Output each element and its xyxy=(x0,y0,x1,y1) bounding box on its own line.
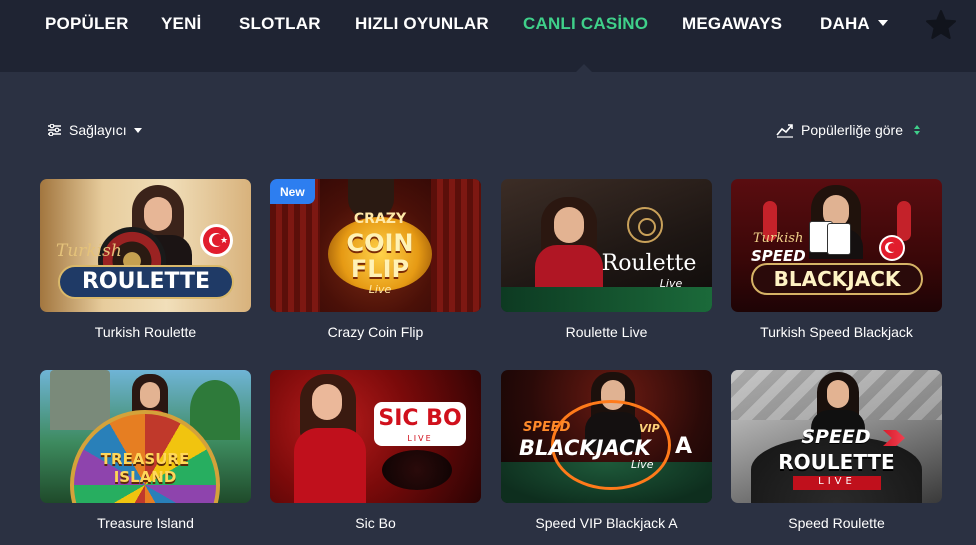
filter-sliders-icon xyxy=(48,124,61,136)
game-logo-line2: ISLAND xyxy=(113,468,177,486)
curtain-right xyxy=(431,179,481,312)
roulette-table xyxy=(501,287,712,312)
game-logo-script: Turkish xyxy=(56,241,122,261)
game-logo-main: BLACKJACK xyxy=(519,436,651,460)
game-logo-line3: FLIP xyxy=(350,255,410,283)
game-logo-line1: TREASURE xyxy=(100,450,190,468)
game-card-speed-vip-blackjack-a[interactable]: SPEED VIP BLACKJACK A Live Speed VIP Bla… xyxy=(501,370,712,531)
game-logo-vip: VIP xyxy=(639,422,660,435)
top-navigation: POPÜLER YENİ SLOTLAR HIZLI OYUNLAR CANLI… xyxy=(0,0,976,72)
game-logo-script: Turkish xyxy=(753,231,804,246)
game-title: Treasure Island xyxy=(97,515,194,531)
game-title: Speed VIP Blackjack A xyxy=(535,515,678,531)
roulette-emblem-icon xyxy=(627,207,663,243)
game-title: Roulette Live xyxy=(565,324,648,340)
game-logo-sub: Live xyxy=(659,277,683,290)
nav-item-populer[interactable]: POPÜLER xyxy=(45,14,129,34)
game-logo-line1: SPEED xyxy=(801,426,871,448)
game-logo-main: ROULETTE xyxy=(81,269,211,294)
game-title: Turkish Speed Blackjack xyxy=(760,324,913,340)
new-badge: New xyxy=(270,179,315,204)
game-title: Turkish Roulette xyxy=(94,324,197,340)
game-thumbnail: SPEED ROULETTE LIVE xyxy=(731,370,942,503)
nav-item-slotlar[interactable]: SLOTLAR xyxy=(239,14,321,34)
trending-chart-icon xyxy=(776,124,794,138)
game-logo-main: BLACKJACK xyxy=(773,267,901,291)
game-thumbnail: TREASURE ISLAND xyxy=(40,370,251,503)
sort-arrows-icon xyxy=(914,125,920,135)
game-card-sic-bo[interactable]: SIC BO LIVE Sic Bo xyxy=(270,370,481,531)
dealer-face xyxy=(554,207,584,243)
game-card-turkish-speed-blackjack[interactable]: Turkish SPEED BLACKJACK Turkish Speed Bl… xyxy=(731,179,942,340)
game-title: Sic Bo xyxy=(355,515,396,531)
game-card-treasure-island[interactable]: TREASURE ISLAND Treasure Island xyxy=(40,370,251,531)
nav-item-hizli-oyunlar[interactable]: HIZLI OYUNLAR xyxy=(355,14,489,34)
chevron-down-icon xyxy=(133,127,142,133)
star-icon xyxy=(926,10,956,39)
dealer-dress xyxy=(294,428,366,503)
game-thumbnail: CRAZY COIN FLIP Live New xyxy=(270,179,481,312)
game-card-crazy-coin-flip[interactable]: CRAZY COIN FLIP Live New Crazy Coin Flip xyxy=(270,179,481,340)
turkish-flag-badge xyxy=(879,235,905,261)
game-logo-sub: Live xyxy=(631,458,654,471)
nav-item-megaways[interactable]: MEGAWAYS xyxy=(682,14,782,34)
game-logo-sub: LIVE xyxy=(818,476,856,487)
dealer-face xyxy=(312,384,342,420)
dealer-face xyxy=(144,197,172,231)
dice-shaker-image xyxy=(382,450,452,490)
nav-item-daha-label: DAHA xyxy=(820,14,870,33)
game-thumbnail: SIC BO LIVE xyxy=(270,370,481,503)
nav-item-daha[interactable]: DAHA xyxy=(820,14,888,34)
game-thumbnail: Turkish SPEED BLACKJACK xyxy=(731,179,942,312)
game-logo-sub: LIVE xyxy=(407,434,433,443)
provider-filter-label: Sağlayıcı xyxy=(69,122,127,138)
turkish-flag-badge: ★ xyxy=(200,224,233,257)
game-logo-main: SIC BO xyxy=(378,406,462,431)
game-logo-line1: SPEED xyxy=(523,420,571,435)
card-ace xyxy=(827,223,851,255)
favorites-star-button[interactable] xyxy=(924,8,958,42)
provider-filter-button[interactable]: Sağlayıcı xyxy=(47,122,142,138)
game-card-roulette-live[interactable]: Roulette Live Roulette Live xyxy=(501,179,712,340)
game-thumbnail: SPEED VIP BLACKJACK A Live xyxy=(501,370,712,503)
game-title: Speed Roulette xyxy=(788,515,885,531)
game-logo-main: Roulette xyxy=(601,251,697,276)
chevron-down-icon xyxy=(877,20,888,26)
dealer-face xyxy=(827,380,849,408)
nav-item-canli-casino[interactable]: CANLI CASİNO xyxy=(523,14,648,34)
sort-label: Popülerliğe göre xyxy=(801,122,903,138)
ruins-image xyxy=(50,370,110,430)
game-logo-sub: Live xyxy=(368,283,392,296)
lantern-right xyxy=(897,201,911,241)
game-title: Crazy Coin Flip xyxy=(327,324,424,340)
game-logo-a: A xyxy=(675,434,693,459)
sort-dropdown[interactable]: Popülerliğe göre xyxy=(776,122,920,138)
game-card-speed-roulette[interactable]: SPEED ROULETTE LIVE Speed Roulette xyxy=(731,370,942,531)
active-tab-pointer xyxy=(576,64,592,72)
game-thumbnail: ★ Turkish ROULETTE xyxy=(40,179,251,312)
game-thumbnail: Roulette Live xyxy=(501,179,712,312)
dealer-face xyxy=(140,382,160,408)
game-logo-main: ROULETTE xyxy=(778,450,895,474)
game-logo-line2: COIN xyxy=(346,229,414,257)
nav-item-yeni[interactable]: YENİ xyxy=(161,14,201,34)
game-logo-line1: CRAZY xyxy=(353,211,407,227)
game-card-turkish-roulette[interactable]: ★ Turkish ROULETTE Turkish Roulette xyxy=(40,179,251,340)
